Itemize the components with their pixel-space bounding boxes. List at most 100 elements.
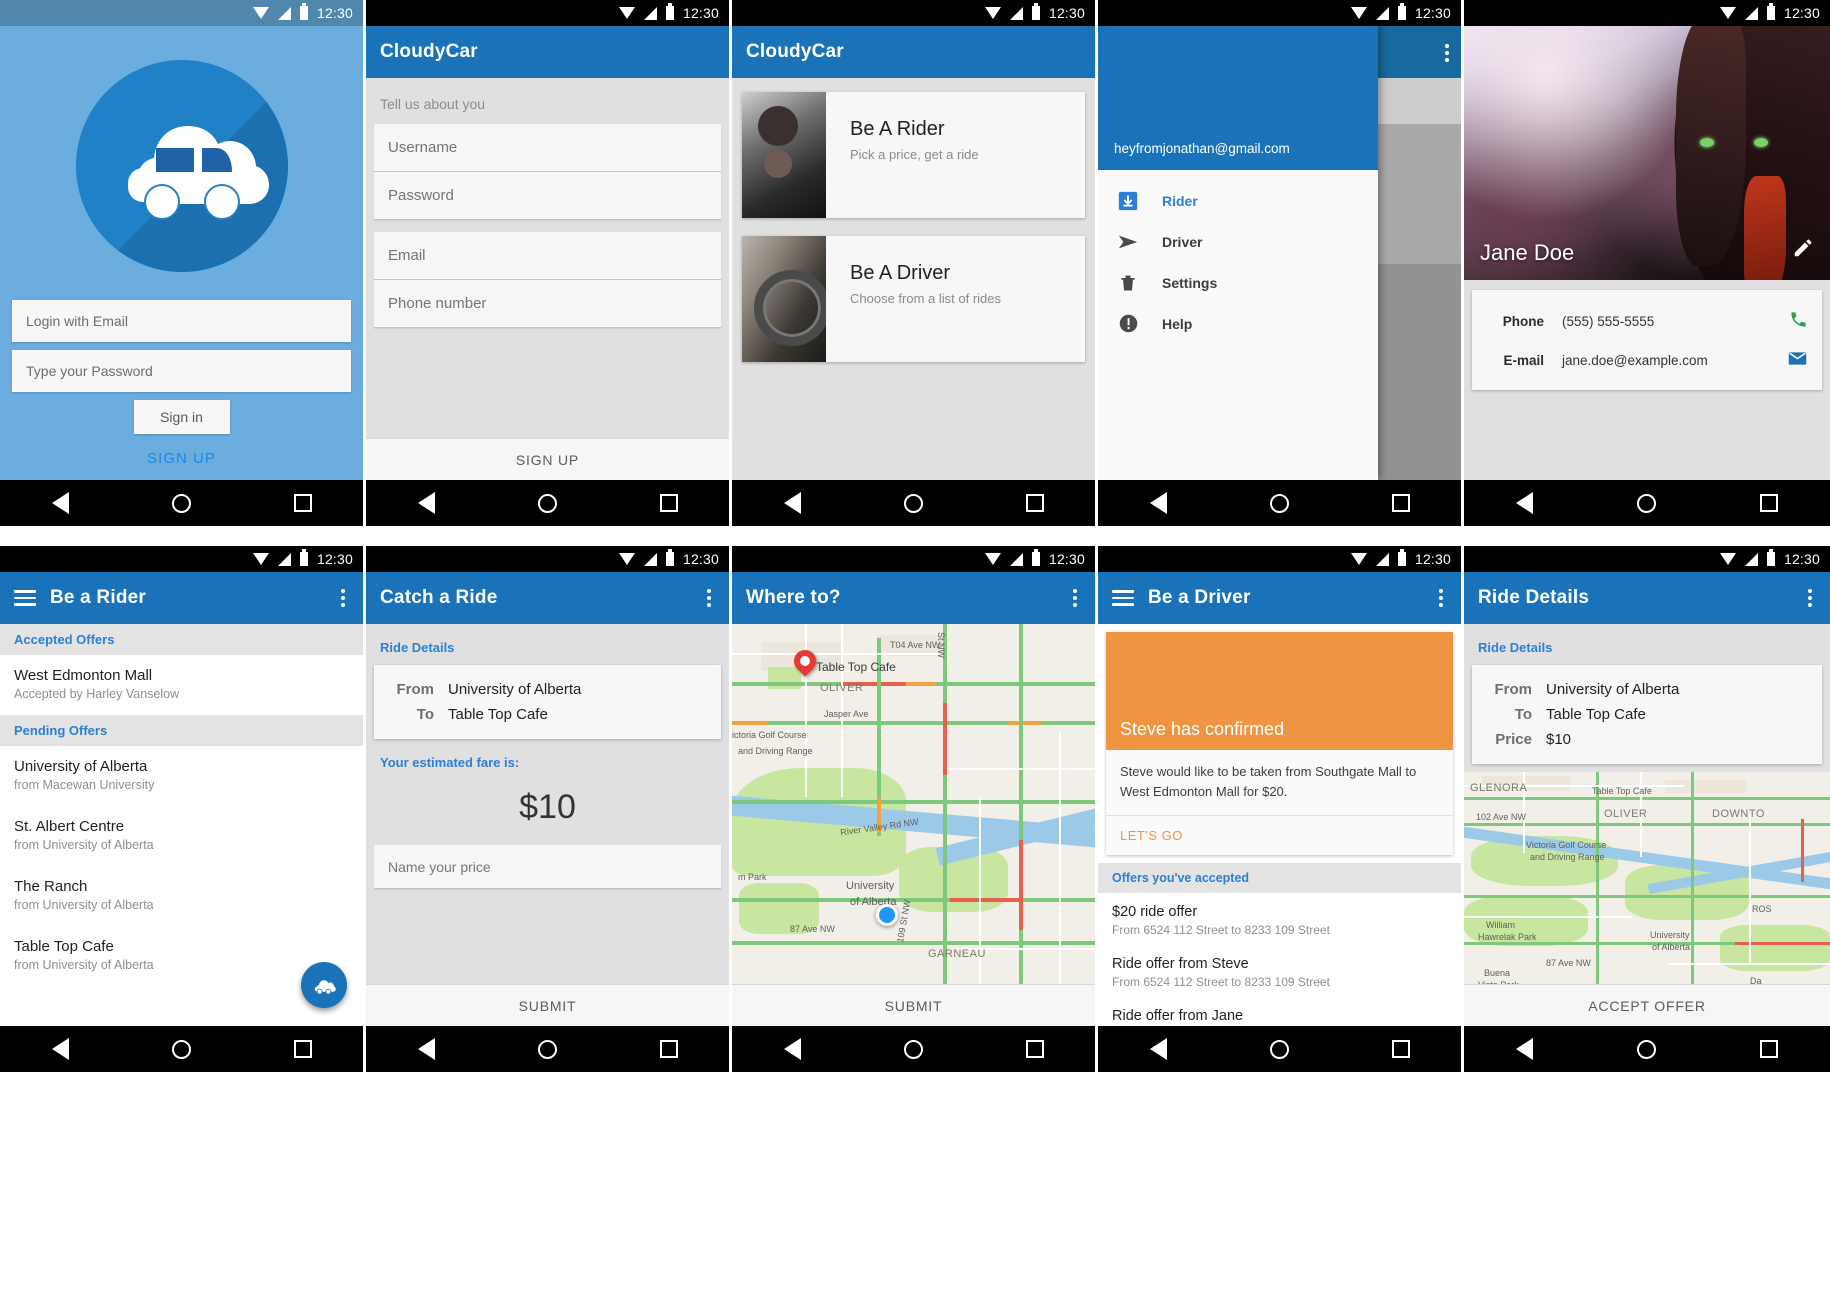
- submit-button[interactable]: SUBMIT: [366, 984, 729, 1026]
- back-icon[interactable]: [1516, 492, 1533, 514]
- wifi-icon: [1350, 7, 1367, 19]
- recents-icon[interactable]: [1391, 1040, 1410, 1058]
- drawer-item-settings[interactable]: Settings: [1098, 262, 1378, 303]
- back-icon[interactable]: [1516, 1038, 1533, 1060]
- overflow-menu-icon[interactable]: [703, 585, 715, 611]
- accept-offer-button[interactable]: ACCEPT OFFER: [1464, 984, 1830, 1026]
- signal-icon: [1375, 6, 1389, 20]
- offer-title: Ride offer from Jane: [1112, 1008, 1244, 1024]
- app-bar-title: Be a Driver: [1148, 587, 1251, 608]
- username-input[interactable]: Username: [374, 124, 721, 172]
- android-nav-bar: [1464, 1026, 1830, 1072]
- battery-icon: [1031, 549, 1040, 566]
- drawer-item-driver[interactable]: Driver: [1098, 221, 1378, 262]
- recents-icon[interactable]: [1760, 1040, 1778, 1058]
- home-icon[interactable]: [1637, 1039, 1656, 1059]
- phone-icon[interactable]: [1789, 310, 1808, 332]
- map-view[interactable]: GLENORA Table Top Cafe OLIVER DOWNTO Vic…: [1464, 772, 1830, 984]
- add-ride-fab[interactable]: [301, 962, 347, 1008]
- section-header-accepted: Offers you've accepted: [1098, 863, 1461, 893]
- contact-card: Phone (555) 555-5555 E-mail jane.doe@exa…: [1472, 290, 1822, 390]
- list-item[interactable]: University of Alberta from Macewan Unive…: [0, 746, 363, 806]
- price-input[interactable]: Name your price: [374, 845, 721, 889]
- be-a-rider-card[interactable]: Be A Rider Pick a price, get a ride: [742, 92, 1085, 218]
- row-key: To: [416, 706, 434, 723]
- lets-go-button[interactable]: LET'S GO: [1106, 815, 1453, 855]
- back-icon[interactable]: [417, 492, 435, 514]
- password-input[interactable]: Password: [374, 172, 721, 220]
- map-view[interactable]: Table Top Cafe T04 Ave NW OLIVER Jasper …: [732, 624, 1095, 984]
- recents-icon[interactable]: [1760, 494, 1778, 512]
- back-icon[interactable]: [1149, 1038, 1167, 1060]
- list-item[interactable]: West Edmonton Mall Accepted by Harley Va…: [0, 655, 363, 715]
- recents-icon[interactable]: [1391, 494, 1410, 512]
- home-icon[interactable]: [1269, 493, 1289, 513]
- overflow-menu-icon[interactable]: [1069, 585, 1081, 611]
- clock-label: 12:30: [1414, 5, 1451, 21]
- menu-icon[interactable]: [14, 590, 36, 606]
- map-label: GLENORA: [1470, 782, 1528, 794]
- offer-subtitle: from University of Alberta: [14, 958, 154, 972]
- status-bar: 12:30: [1098, 546, 1461, 572]
- submit-button[interactable]: SUBMIT: [732, 984, 1095, 1026]
- wifi-icon: [252, 553, 269, 565]
- list-item[interactable]: The Ranch from University of Alberta: [0, 866, 363, 926]
- back-icon[interactable]: [783, 1038, 801, 1060]
- email-input[interactable]: Login with Email: [12, 300, 351, 342]
- list-item[interactable]: Ride offer from Steve From 6524 112 Stre…: [1098, 945, 1461, 997]
- driver-body: Steve has confirmed Steve would like to …: [1098, 624, 1461, 1026]
- list-item[interactable]: Ride offer from Jane From University of …: [1098, 997, 1461, 1026]
- drawer-item-help[interactable]: Help: [1098, 303, 1378, 344]
- list-item[interactable]: St. Albert Centre from University of Alb…: [0, 806, 363, 866]
- offer-title: $20 ride offer: [1112, 904, 1198, 920]
- home-icon[interactable]: [171, 493, 191, 513]
- edit-icon[interactable]: [1792, 237, 1814, 264]
- list-item[interactable]: $20 ride offer From 6524 112 Street to 8…: [1098, 893, 1461, 945]
- recents-icon[interactable]: [1025, 1040, 1044, 1058]
- back-icon[interactable]: [51, 492, 69, 514]
- recents-icon[interactable]: [659, 1040, 678, 1058]
- home-icon[interactable]: [171, 1039, 191, 1059]
- back-icon[interactable]: [51, 1038, 69, 1060]
- sign-in-button[interactable]: Sign in: [133, 400, 230, 434]
- home-icon[interactable]: [537, 1039, 557, 1059]
- wifi-icon: [1719, 553, 1736, 565]
- home-icon[interactable]: [537, 493, 557, 513]
- phone-input[interactable]: Phone number: [374, 280, 721, 328]
- drawer-item-label: Settings: [1162, 274, 1218, 291]
- offer-title: West Edmonton Mall: [14, 667, 153, 684]
- signup-submit-button[interactable]: SIGN UP: [366, 438, 729, 480]
- account-email: heyfromjonathan@gmail.com: [1114, 141, 1290, 156]
- menu-icon[interactable]: [1112, 590, 1134, 606]
- back-icon[interactable]: [1149, 492, 1167, 514]
- sign-up-link[interactable]: SIGN UP: [12, 450, 351, 467]
- home-icon[interactable]: [903, 493, 923, 513]
- overflow-menu-icon[interactable]: [1441, 40, 1453, 66]
- recents-icon[interactable]: [1025, 494, 1044, 512]
- back-icon[interactable]: [417, 1038, 435, 1060]
- android-nav-bar: [366, 480, 729, 526]
- android-nav-bar: [1098, 1026, 1461, 1072]
- overflow-menu-icon[interactable]: [337, 585, 349, 611]
- home-icon[interactable]: [1269, 1039, 1289, 1059]
- password-input[interactable]: Type your Password: [12, 350, 351, 392]
- signal-icon: [1009, 552, 1023, 566]
- be-a-driver-card[interactable]: Be A Driver Choose from a list of rides: [742, 236, 1085, 362]
- email-input[interactable]: Email: [374, 232, 721, 280]
- recents-icon[interactable]: [293, 494, 312, 512]
- phone-profile-screen: 12:30 Jane Doe Phone (555) 555-5555 E-ma…: [1464, 0, 1830, 546]
- overflow-menu-icon[interactable]: [1804, 585, 1816, 611]
- home-icon[interactable]: [1637, 493, 1656, 513]
- recents-icon[interactable]: [293, 1040, 312, 1058]
- clock-label: 12:30: [1048, 5, 1085, 21]
- recents-icon[interactable]: [659, 494, 678, 512]
- back-icon[interactable]: [783, 492, 801, 514]
- home-icon[interactable]: [903, 1039, 923, 1059]
- drawer-item-rider[interactable]: Rider: [1098, 180, 1378, 221]
- drawer-body: heyfromjonathan@gmail.com Rider Driver S…: [1098, 26, 1461, 480]
- overflow-menu-icon[interactable]: [1435, 585, 1447, 611]
- mail-icon[interactable]: [1787, 348, 1808, 372]
- wifi-icon: [618, 7, 635, 19]
- confirmation-card: Steve has confirmed Steve would like to …: [1106, 632, 1453, 855]
- clock-label: 12:30: [1414, 551, 1451, 567]
